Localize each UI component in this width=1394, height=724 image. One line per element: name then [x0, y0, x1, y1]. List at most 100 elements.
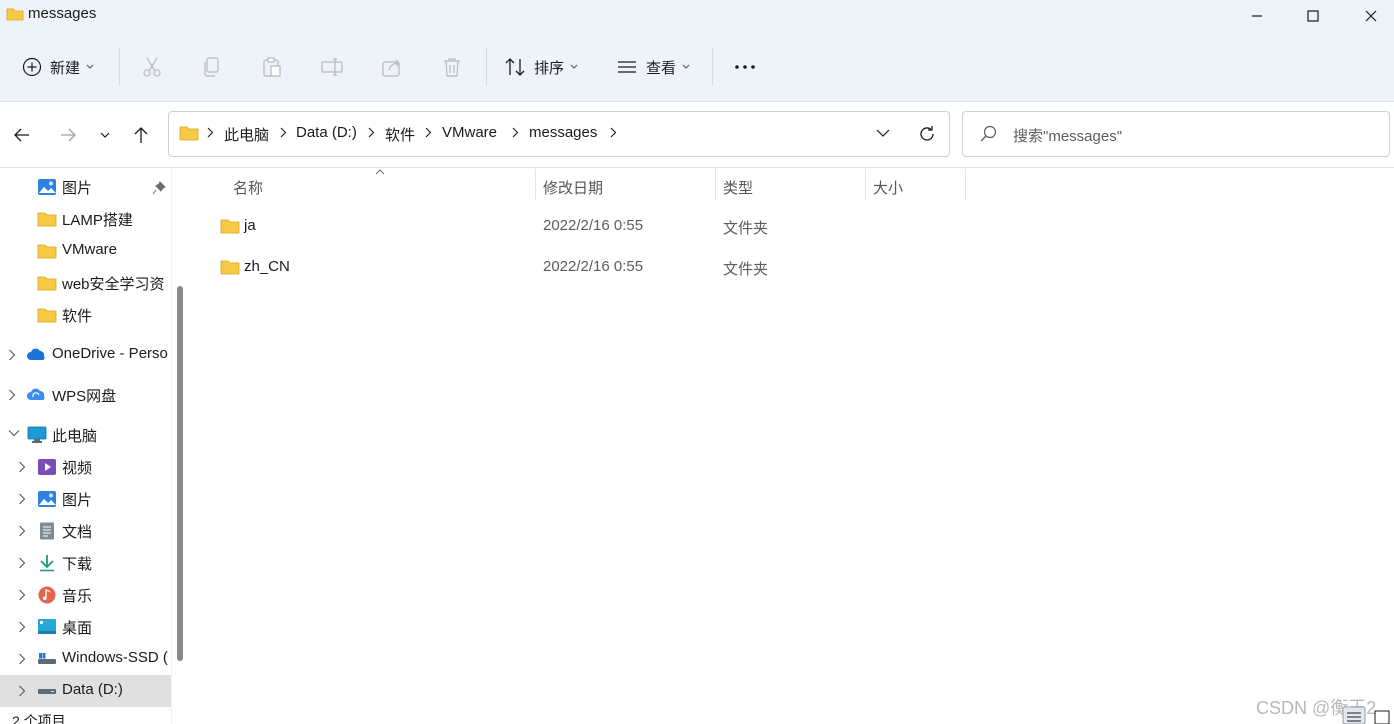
chevron-right-icon: [610, 127, 617, 138]
column-header-modified[interactable]: 修改日期: [536, 169, 715, 201]
recent-locations-button[interactable]: [90, 120, 120, 150]
chevron-down-icon[interactable]: [8, 429, 20, 437]
toolbar-divider: [712, 48, 713, 86]
sidebar-item-pictures-quick[interactable]: 图片: [0, 171, 171, 203]
up-button[interactable]: [126, 120, 156, 150]
breadcrumb-data-drive[interactable]: Data (D:): [296, 124, 357, 141]
minimize-button[interactable]: [1228, 0, 1286, 32]
more-options-button[interactable]: [734, 47, 756, 87]
sidebar-item-data-drive[interactable]: Data (D:): [0, 675, 171, 707]
documents-icon: [40, 522, 54, 540]
sidebar-item-this-pc[interactable]: 此电脑: [0, 419, 171, 451]
desktop-icon: [38, 619, 56, 634]
cut-button[interactable]: [141, 47, 163, 87]
chevron-right-icon: [280, 127, 287, 138]
sidebar-item-wps-cloud[interactable]: WPS网盘: [0, 379, 171, 411]
sidebar-item-label: Windows-SSD (: [62, 649, 168, 666]
chevron-right-icon[interactable]: [18, 525, 26, 537]
forward-button[interactable]: [53, 120, 83, 150]
sort-button[interactable]: 排序: [504, 47, 578, 87]
sidebar-item-videos[interactable]: 视频: [0, 451, 171, 483]
chevron-right-icon[interactable]: [18, 685, 26, 697]
sidebar-item-onedrive[interactable]: OneDrive - Perso: [0, 339, 171, 371]
chevron-right-icon[interactable]: [18, 461, 26, 473]
chevron-right-icon[interactable]: [8, 349, 16, 361]
column-size-label: 大小: [873, 180, 904, 197]
refresh-icon[interactable]: [917, 124, 937, 144]
tiles-view-icon[interactable]: [1374, 710, 1390, 724]
rename-icon: [321, 58, 343, 76]
back-button[interactable]: [7, 120, 37, 150]
sidebar-item-label: 此电脑: [52, 428, 98, 445]
chevron-right-icon[interactable]: [18, 557, 26, 569]
column-header-name[interactable]: 名称: [190, 169, 535, 201]
new-button[interactable]: 新建: [22, 47, 94, 87]
chevron-right-icon[interactable]: [18, 493, 26, 505]
sidebar-item-software[interactable]: 软件: [0, 299, 171, 331]
breadcrumb-vmware[interactable]: VMware: [442, 124, 497, 141]
share-icon: [382, 59, 400, 77]
command-bar: 新建 排序 查看: [0, 32, 1394, 102]
address-bar[interactable]: 此电脑 Data (D:) 软件 VMware messages: [168, 111, 950, 157]
view-toggle-group: [1342, 706, 1394, 724]
videos-icon: [38, 459, 56, 475]
sidebar-item-label: Data (D:): [62, 681, 123, 698]
folder-icon: [6, 8, 24, 21]
search-input[interactable]: 搜索"messages": [962, 111, 1390, 157]
maximize-button[interactable]: [1284, 0, 1342, 32]
copy-button[interactable]: [201, 47, 223, 87]
view-button[interactable]: 查看: [616, 47, 690, 87]
close-button[interactable]: [1342, 0, 1394, 32]
rename-button[interactable]: [321, 47, 343, 87]
sidebar-item-pictures[interactable]: 图片: [0, 483, 171, 515]
navigation-pane: 图片 LAMP搭建 VMware web安全学习资 软件 OneDrive - …: [0, 169, 189, 724]
folder-icon: [220, 260, 240, 275]
view-lines-icon: [618, 61, 636, 73]
sidebar-item-documents[interactable]: 文档: [0, 515, 171, 547]
delete-button[interactable]: [441, 47, 463, 87]
sidebar-item-music[interactable]: 音乐: [0, 579, 171, 611]
table-row[interactable]: ja 2022/2/16 0:55 文件夹: [190, 207, 1394, 247]
address-dropdown-icon[interactable]: [876, 129, 890, 138]
sidebar-item-label: WPS网盘: [52, 388, 117, 405]
drive-icon: [38, 689, 56, 694]
chevron-right-icon[interactable]: [18, 589, 26, 601]
more-dots-icon: [735, 65, 755, 69]
paste-button[interactable]: [261, 47, 283, 87]
sidebar-item-lamp[interactable]: LAMP搭建: [0, 203, 171, 235]
details-view-icon[interactable]: [1342, 706, 1366, 724]
sidebar-item-label: OneDrive - Perso: [52, 345, 168, 362]
sidebar-item-downloads[interactable]: 下载: [0, 547, 171, 579]
breadcrumb-software[interactable]: 软件: [385, 124, 415, 145]
share-button[interactable]: [381, 47, 403, 87]
music-icon: [38, 586, 56, 604]
sidebar-item-desktop[interactable]: 桌面: [0, 611, 171, 643]
paste-icon: [263, 57, 281, 77]
sidebar-item-vmware[interactable]: VMware: [0, 235, 171, 267]
folder-icon: [37, 308, 57, 323]
sidebar-scrollbar-thumb[interactable]: [177, 286, 183, 661]
folder-icon: [220, 219, 240, 234]
sidebar-item-label: 图片: [62, 180, 93, 197]
column-divider[interactable]: [965, 169, 966, 201]
breadcrumb-messages[interactable]: messages: [529, 124, 597, 141]
chevron-right-icon[interactable]: [8, 389, 16, 401]
breadcrumb-this-pc[interactable]: 此电脑: [224, 124, 269, 145]
sidebar-item-label: web安全学习资: [62, 276, 165, 293]
arrow-right-icon: [61, 128, 76, 142]
folder-icon: [37, 276, 57, 291]
search-icon: [980, 125, 997, 142]
chevron-right-icon[interactable]: [18, 653, 26, 665]
table-row[interactable]: zh_CN 2022/2/16 0:55 文件夹: [190, 248, 1394, 288]
folder-icon: [179, 126, 199, 141]
new-label: 新建: [50, 59, 81, 77]
column-header-size[interactable]: 大小: [866, 169, 965, 201]
pin-icon[interactable]: [152, 181, 166, 195]
sidebar-item-windows-ssd[interactable]: Windows-SSD (: [0, 643, 171, 675]
chevron-down-icon: [86, 64, 94, 69]
minimize-icon: [1252, 15, 1262, 17]
chevron-right-icon[interactable]: [18, 621, 26, 633]
sidebar-item-web-security[interactable]: web安全学习资: [0, 267, 171, 299]
column-header-type[interactable]: 类型: [716, 169, 865, 201]
column-modified-label: 修改日期: [543, 180, 604, 197]
